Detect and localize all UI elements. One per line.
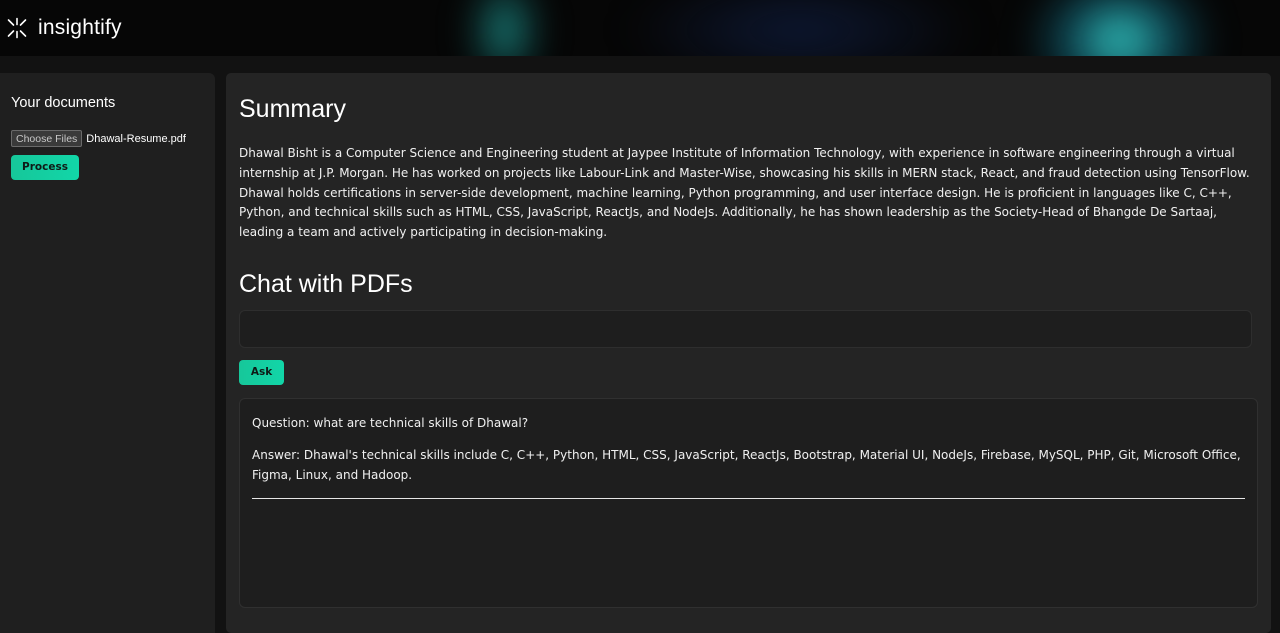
answer-box: Question: what are technical skills of D… [239,397,1258,608]
main-panel: Summary Dhawal Bisht is a Computer Scien… [226,73,1271,633]
header-glow [1030,0,1210,56]
sparkle-asterisk-icon [7,17,27,39]
top-bar: insightify [0,0,1280,56]
file-picker: Choose Files Dhawal-Resume.pdf [11,130,204,147]
answer-text: Answer: Dhawal's technical skills includ… [252,447,1241,482]
question-input[interactable] [239,309,1252,348]
summary-title: Summary [239,95,346,123]
choose-files-button[interactable]: Choose Files [11,130,83,147]
summary-text: Dhawal Bisht is a Computer Science and E… [239,146,1250,240]
app-name: insightify [38,16,122,39]
brand[interactable]: insightify [6,16,122,40]
divider [252,497,1245,499]
header-glow [620,0,980,56]
process-button[interactable]: Process [11,155,79,180]
sidebar-title: Your documents [11,95,116,111]
selected-file-name: Dhawal-Resume.pdf [86,132,186,145]
header-glow [470,0,540,56]
ask-button[interactable]: Ask [239,359,284,385]
sidebar: Your documents Choose Files Dhawal-Resum… [0,73,215,633]
chat-title: Chat with PDFs [239,269,413,298]
question-text: Question: what are technical skills of D… [252,415,529,430]
